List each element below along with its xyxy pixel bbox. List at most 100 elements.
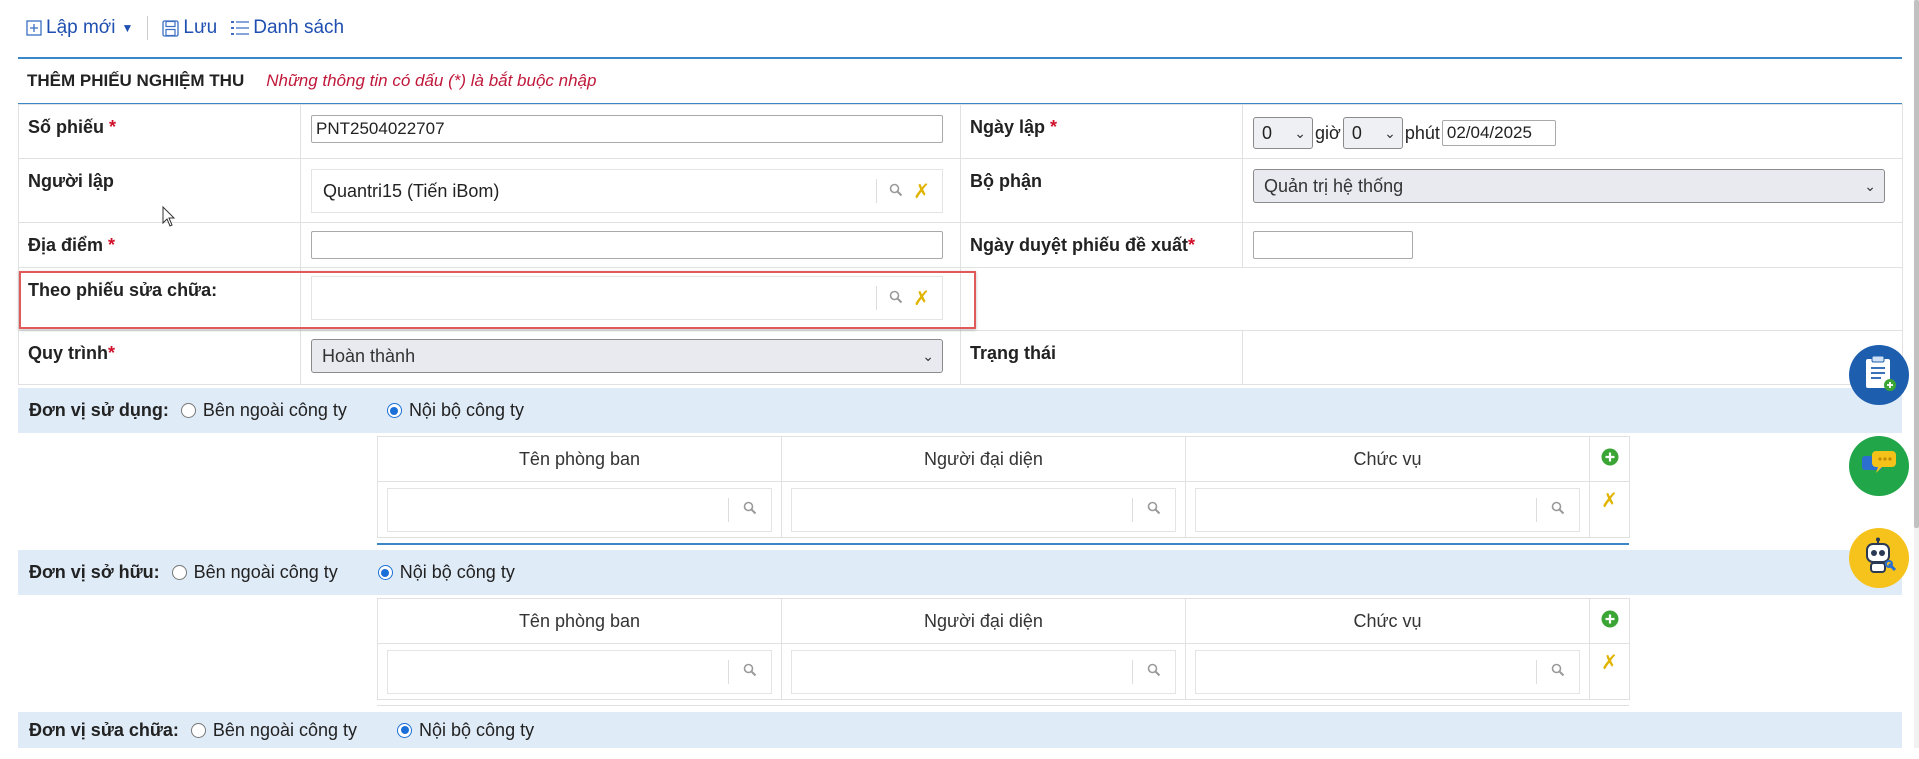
- radio-unchecked-icon: [171, 565, 187, 580]
- position-lookup[interactable]: [1195, 649, 1580, 694]
- delete-row-icon[interactable]: ✗: [1601, 488, 1618, 512]
- owner-unit-label: Đơn vị sở hữu:: [29, 562, 160, 582]
- mouse-cursor-icon: [162, 205, 176, 233]
- search-icon[interactable]: [1537, 499, 1579, 520]
- repair-unit-internal-radio[interactable]: Nội bộ công ty: [397, 720, 534, 741]
- add-row-icon[interactable]: [1601, 610, 1619, 628]
- chat-float-button[interactable]: [1849, 436, 1909, 496]
- quy-trinh-select[interactable]: Hoàn thành ⌄: [311, 339, 943, 373]
- required-note: Những thông tin có dấu (*) là bắt buộc n…: [266, 71, 597, 90]
- search-icon[interactable]: [1133, 499, 1175, 520]
- page-title: THÊM PHIẾU NGHIỆM THU: [27, 71, 245, 90]
- ngay-duyet-label: Ngày duyệt phiếu đề xuất*: [970, 235, 1196, 255]
- table-bottom-border: [377, 705, 1629, 706]
- list-icon: [231, 20, 250, 36]
- quy-trinh-label: Quy trình*: [28, 343, 116, 363]
- new-button[interactable]: Lập mới ▼: [26, 17, 133, 39]
- position-lookup[interactable]: [1195, 487, 1580, 532]
- scrollbar-track[interactable]: [1914, 0, 1919, 748]
- theo-phieu-lookup[interactable]: ✗: [311, 276, 943, 320]
- search-icon[interactable]: [889, 288, 903, 309]
- repair-unit-outside-radio[interactable]: Bên ngoài công ty: [190, 720, 357, 741]
- trang-thai-value-cell: [1242, 330, 1903, 385]
- radio-checked-icon: [377, 565, 393, 580]
- list-button[interactable]: Danh sách: [231, 17, 344, 39]
- col-header-representative: Người đại diện: [781, 436, 1186, 482]
- owner-unit-outside-radio[interactable]: Bên ngoài công ty: [171, 562, 338, 583]
- search-icon[interactable]: [889, 181, 903, 202]
- so-phieu-label: Số phiếu *: [28, 117, 117, 137]
- clipboard-add-icon: [1861, 354, 1897, 397]
- hour-unit: giờ: [1315, 122, 1341, 143]
- so-phieu-input[interactable]: [311, 115, 943, 143]
- form-row-dia-diem: Địa điểm * Ngày duyệt phiếu đề xuất*: [18, 222, 1903, 268]
- ngay-duyet-input[interactable]: [1253, 231, 1413, 259]
- usage-unit-internal-radio[interactable]: Nội bộ công ty: [386, 400, 524, 421]
- col-header-position: Chức vụ: [1185, 436, 1590, 482]
- dia-diem-input[interactable]: [311, 231, 943, 259]
- add-square-icon: [26, 20, 42, 36]
- theo-phieu-label: Theo phiếu sửa chữa:: [28, 280, 218, 300]
- new-button-label: Lập mới: [46, 17, 116, 38]
- form-row-so-phieu: Số phiếu * Ngày lập * 0⌄ giờ 0⌄ phút: [18, 104, 1903, 159]
- support-bot-float-button[interactable]: [1849, 528, 1909, 588]
- main-form-table: Số phiếu * Ngày lập * 0⌄ giờ 0⌄ phút Ngư…: [18, 104, 1903, 385]
- col-header-position: Chức vụ: [1185, 598, 1590, 644]
- form-row-quy-trinh: Quy trình* Hoàn thành ⌄ Trạng thái: [18, 330, 1903, 385]
- caret-down-icon: ▼: [121, 21, 134, 35]
- scrollbar-thumb[interactable]: [1914, 0, 1919, 528]
- chevron-down-icon: ⌄: [922, 347, 934, 364]
- minute-select[interactable]: 0 ⌄: [1342, 117, 1403, 149]
- clear-icon[interactable]: ✗: [913, 181, 930, 201]
- bo-phan-value: Quản trị hệ thống: [1264, 175, 1404, 196]
- department-lookup[interactable]: [387, 487, 772, 532]
- dia-diem-label: Địa điểm *: [28, 235, 116, 255]
- delete-row-icon[interactable]: ✗: [1601, 650, 1618, 674]
- hour-select[interactable]: 0 ⌄: [1253, 117, 1313, 149]
- usage-unit-outside-radio[interactable]: Bên ngoài công ty: [180, 400, 347, 421]
- nguoi-lap-label: Người lập: [28, 171, 114, 191]
- chevron-down-icon: ⌄: [1294, 124, 1306, 141]
- col-header-representative: Người đại diện: [781, 598, 1186, 644]
- col-header-department: Tên phòng ban: [377, 598, 782, 644]
- clear-icon[interactable]: ✗: [913, 288, 930, 308]
- ngay-lap-label: Ngày lập *: [970, 117, 1058, 137]
- usage-unit-band: Đơn vị sử dụng: Bên ngoài công ty Nội bộ…: [18, 388, 1902, 433]
- owner-unit-internal-radio[interactable]: Nội bộ công ty: [377, 562, 515, 583]
- usage-unit-label: Đơn vị sử dụng:: [29, 400, 169, 420]
- toolbar-divider: [147, 16, 149, 40]
- representative-lookup[interactable]: [791, 649, 1176, 694]
- form-row-theo-phieu: Theo phiếu sửa chữa: ✗: [18, 267, 1903, 331]
- chevron-down-icon: ⌄: [1384, 124, 1396, 141]
- radio-unchecked-icon: [180, 403, 196, 418]
- radio-checked-icon: [397, 722, 413, 738]
- empty-cell: [1242, 267, 1903, 331]
- representative-lookup[interactable]: [791, 487, 1176, 532]
- usage-unit-table: Tên phòng ban Người đại diện Chức vụ ✗: [377, 436, 1630, 538]
- minute-unit: phút: [1404, 122, 1440, 143]
- table-row: ✗: [377, 481, 1630, 538]
- save-button[interactable]: Lưu: [162, 17, 217, 39]
- save-icon: [162, 19, 180, 37]
- bo-phan-select[interactable]: Quản trị hệ thống ⌄: [1253, 169, 1885, 203]
- bo-phan-label: Bộ phận: [970, 171, 1042, 191]
- save-button-label: Lưu: [183, 17, 218, 38]
- ngay-lap-date-input[interactable]: [1441, 120, 1556, 146]
- search-icon[interactable]: [729, 499, 771, 520]
- nguoi-lap-value: Quantri15 (Tiến iBom): [323, 180, 500, 201]
- form-row-nguoi-lap: Người lập Quantri15 (Tiến iBom) ✗ Bộ phậ…: [18, 158, 1903, 223]
- new-document-float-button[interactable]: [1849, 345, 1909, 405]
- col-header-department: Tên phòng ban: [377, 436, 782, 482]
- search-icon[interactable]: [1133, 661, 1175, 682]
- add-row-icon[interactable]: [1601, 448, 1619, 466]
- chat-icon: [1860, 448, 1898, 485]
- list-button-label: Danh sách: [253, 17, 345, 38]
- nguoi-lap-lookup[interactable]: Quantri15 (Tiến iBom) ✗: [311, 169, 943, 213]
- repair-unit-band: Đơn vị sửa chữa: Bên ngoài công ty Nội b…: [18, 712, 1902, 748]
- search-icon[interactable]: [729, 661, 771, 682]
- department-lookup[interactable]: [387, 649, 772, 694]
- quy-trinh-value: Hoàn thành: [322, 345, 416, 366]
- robot-icon: [1859, 536, 1899, 581]
- search-icon[interactable]: [1537, 661, 1579, 682]
- owner-unit-band: Đơn vị sở hữu: Bên ngoài công ty Nội bộ …: [18, 550, 1902, 595]
